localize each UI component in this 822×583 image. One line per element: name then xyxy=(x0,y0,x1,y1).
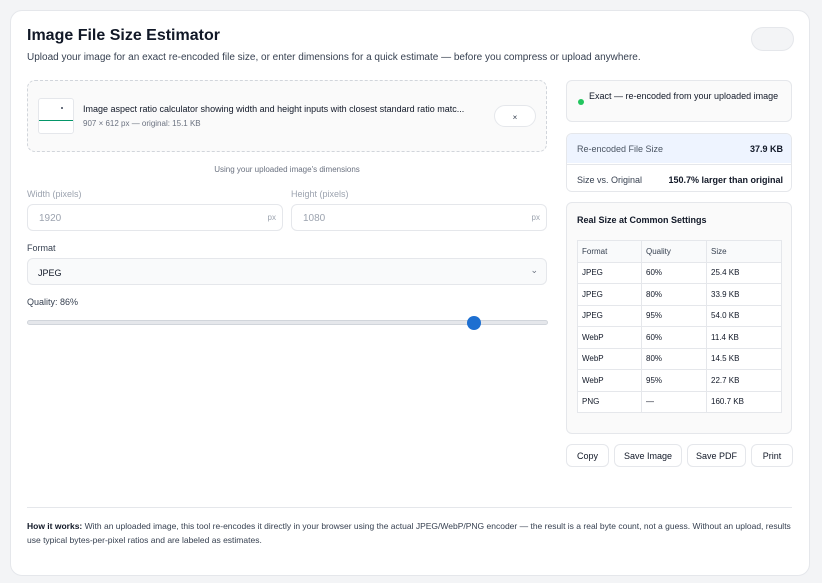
theme-toggle[interactable] xyxy=(751,27,794,51)
width-input[interactable]: 1920 px xyxy=(27,204,283,231)
page-subtitle: Upload your image for an exact re-encode… xyxy=(27,52,641,63)
table-row: WebP 60% 11.4 KB xyxy=(577,326,782,349)
quality-label: Quality: 86% xyxy=(27,297,79,307)
result-compare-row: Size vs. Original 150.7% larger than ori… xyxy=(567,164,791,191)
width-unit: px xyxy=(267,213,276,222)
table-cell: 80% xyxy=(641,283,707,306)
how-it-works-note: How it works: With an uploaded image, th… xyxy=(27,519,792,547)
width-value: 1920 xyxy=(39,213,62,224)
table-cell: 54.0 KB xyxy=(706,304,782,327)
column-header: Format xyxy=(577,240,642,263)
footer-divider xyxy=(27,507,792,508)
table-cell: WebP xyxy=(577,326,642,349)
result-size-row: Re-encoded File Size 37.9 KB xyxy=(567,134,791,163)
table-header-row: Format Quality Size xyxy=(577,240,782,263)
upload-dropzone[interactable] xyxy=(27,80,547,152)
image-thumbnail xyxy=(38,98,74,134)
table-row: JPEG 95% 54.0 KB xyxy=(577,304,782,327)
width-label: Width (pixels) xyxy=(27,189,82,199)
how-it-works-lead: How it works: xyxy=(27,521,83,531)
page-title: Image File Size Estimator xyxy=(27,27,220,44)
table-cell: WebP xyxy=(577,347,642,370)
table-cell: JPEG xyxy=(577,261,642,284)
status-text: Exact — re-encoded from your uploaded im… xyxy=(589,91,779,101)
table-row: PNG —160.7 KB xyxy=(577,390,782,413)
table-row: WebP 95% 22.7 KB xyxy=(577,369,782,392)
status-panel: Exact — re-encoded from your uploaded im… xyxy=(566,80,792,122)
save-pdf-button[interactable]: Save PDF xyxy=(687,444,746,467)
copy-button[interactable]: Copy xyxy=(566,444,609,467)
format-value: JPEG xyxy=(38,268,62,278)
table-cell: PNG xyxy=(577,390,642,413)
table-cell: JPEG xyxy=(577,304,642,327)
table-cell: 60% xyxy=(641,261,707,284)
table-cell: 33.9 KB xyxy=(706,283,782,306)
print-button[interactable]: Print xyxy=(751,444,793,467)
table-cell: — xyxy=(641,390,707,413)
quality-slider[interactable] xyxy=(27,316,548,330)
table-cell: JPEG xyxy=(577,283,642,306)
height-label: Height (pixels) xyxy=(291,189,349,199)
table-cell: 25.4 KB xyxy=(706,261,782,284)
thumbnail-line xyxy=(39,120,73,121)
table-row: JPEG 60% 25.4 KB xyxy=(577,261,782,284)
table-cell: 22.7 KB xyxy=(706,369,782,392)
file-name: Image aspect ratio calculator showing wi… xyxy=(83,104,465,114)
how-it-works-text: With an uploaded image, this tool re-enc… xyxy=(27,521,791,545)
table-cell: 95% xyxy=(641,304,707,327)
result-compare-label: Size vs. Original xyxy=(577,175,643,185)
result-panel: Re-encoded File Size 37.9 KB Size vs. Or… xyxy=(566,133,792,192)
height-input[interactable]: 1080 px xyxy=(291,204,547,231)
common-settings-table: Format Quality Size JPEG 60% 25.4 KB JPEG 8… xyxy=(577,240,782,413)
common-settings-title: Real Size at Common Settings xyxy=(577,215,707,225)
table-row: WebP 80% 14.5 KB xyxy=(577,347,782,370)
table-row: JPEG 80% 33.9 KB xyxy=(577,283,782,306)
file-meta: 907 × 612 px — original: 15.1 KB xyxy=(83,119,201,128)
result-size-value: 37.9 KB xyxy=(749,144,783,154)
table-cell: 60% xyxy=(641,326,707,349)
table-cell: WebP xyxy=(577,369,642,392)
table-cell: 160.7 KB xyxy=(706,390,782,413)
format-select[interactable]: JPEG ⌄ xyxy=(27,258,547,285)
height-unit: px xyxy=(531,213,540,222)
thumbnail-dot xyxy=(61,107,63,109)
remove-file-button[interactable]: × xyxy=(494,105,536,127)
column-header: Size xyxy=(706,240,782,263)
dimensions-note: Using your uploaded image's dimensions xyxy=(214,165,360,174)
table-cell: 80% xyxy=(641,347,707,370)
status-dot-icon xyxy=(578,99,584,105)
common-settings-panel: Real Size at Common Settings Format Qual… xyxy=(566,202,792,434)
table-cell: 14.5 KB xyxy=(706,347,782,370)
height-value: 1080 xyxy=(303,213,326,224)
column-header: Quality xyxy=(641,240,707,263)
table-cell: 11.4 KB xyxy=(706,326,782,349)
chevron-down-icon: ⌄ xyxy=(530,265,538,275)
format-label: Format xyxy=(27,243,56,253)
result-size-label: Re-encoded File Size xyxy=(577,144,664,154)
save-image-button[interactable]: Save Image xyxy=(614,444,682,467)
result-compare-value: 150.7% larger than original xyxy=(668,175,783,185)
table-cell: 95% xyxy=(641,369,707,392)
